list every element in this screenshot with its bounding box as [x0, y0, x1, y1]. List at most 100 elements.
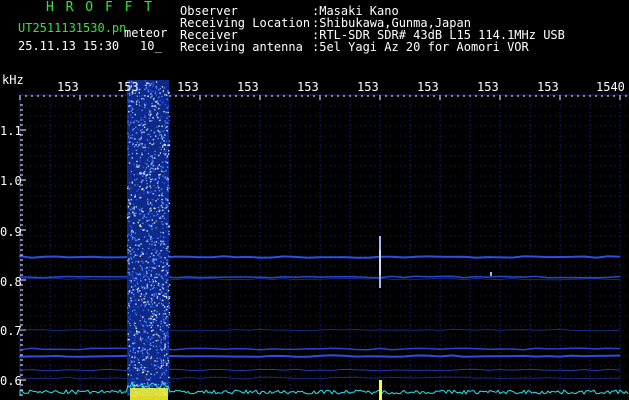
noise-speck	[155, 178, 157, 180]
noise-speck	[128, 203, 131, 205]
noise-speck	[159, 252, 161, 255]
noise-speck	[159, 326, 162, 328]
noise-speck	[128, 207, 130, 209]
noise-speck	[131, 100, 133, 102]
noise-speck	[149, 376, 152, 379]
noise-speck	[163, 87, 165, 89]
time-tick-7: 153	[417, 80, 439, 94]
noise-speck	[144, 306, 146, 308]
noise-speck	[161, 201, 163, 203]
noise-speck	[140, 119, 142, 121]
noise-speck	[142, 288, 144, 290]
noise-speck	[132, 378, 134, 380]
noise-speck	[164, 265, 166, 268]
noise-speck	[138, 121, 140, 123]
noise-speck	[147, 91, 150, 93]
noise-speck	[135, 101, 138, 103]
noise-speck	[152, 162, 154, 164]
noise-speck	[151, 298, 153, 300]
noise-speck	[159, 205, 162, 207]
noise-speck	[161, 270, 163, 272]
noise-speck	[139, 164, 141, 167]
noise-speck	[138, 166, 140, 168]
noise-speck	[142, 124, 144, 126]
noise-speck	[163, 144, 165, 146]
noise-speck	[148, 177, 151, 179]
noise-speck	[150, 270, 153, 272]
noise-speck	[162, 283, 164, 286]
noise-speck	[168, 326, 170, 328]
noise-speck	[139, 130, 142, 132]
noise-speck	[161, 221, 163, 223]
noise-speck	[169, 382, 171, 384]
noise-speck	[145, 167, 148, 169]
noise-speck	[142, 188, 144, 190]
carrier-line	[19, 347, 621, 351]
noise-speck	[134, 355, 136, 357]
noise-speck	[128, 201, 130, 203]
freq-tick-4: 0.8	[0, 275, 22, 289]
noise-speck	[144, 162, 146, 164]
noise-speck	[148, 318, 151, 320]
noise-speck	[164, 257, 166, 259]
noise-speck	[143, 126, 146, 128]
noise-speck	[149, 321, 151, 324]
noise-speck	[154, 131, 156, 133]
noise-speck	[133, 128, 135, 130]
noise-speck	[161, 291, 163, 293]
noise-speck	[128, 263, 130, 265]
noise-speck	[130, 297, 132, 299]
noise-speck	[129, 250, 131, 252]
noise-speck	[134, 254, 136, 256]
noise-speck	[137, 331, 139, 333]
noise-speck	[145, 303, 147, 305]
noise-speck	[127, 120, 129, 123]
noise-speck	[153, 170, 155, 172]
noise-speck	[157, 185, 159, 187]
noise-speck	[143, 131, 145, 133]
noise-speck	[129, 364, 131, 366]
noise-speck	[159, 298, 161, 301]
noise-speck	[149, 191, 152, 193]
noise-speck	[127, 213, 129, 216]
noise-speck	[158, 282, 160, 285]
noise-speck	[167, 358, 169, 360]
noise-speck	[131, 249, 133, 251]
noise-speck	[133, 174, 135, 176]
noise-speck	[141, 269, 144, 271]
noise-speck	[165, 122, 167, 124]
noise-speck	[150, 209, 152, 212]
noise-speck	[133, 306, 135, 308]
noise-speck	[151, 324, 154, 326]
noise-speck	[149, 297, 151, 299]
noise-speck	[142, 325, 144, 327]
noise-speck	[156, 211, 158, 213]
noise-speck	[166, 155, 169, 157]
noise-speck	[150, 92, 152, 94]
noise-speck	[130, 194, 132, 196]
noise-speck	[135, 126, 137, 128]
noise-speck	[155, 81, 158, 83]
noise-speck	[128, 304, 130, 306]
noise-speck	[148, 111, 151, 113]
noise-speck	[168, 122, 170, 124]
freq-unit-label: kHz	[2, 73, 24, 87]
noise-speck	[146, 230, 148, 232]
noise-speck	[144, 318, 146, 320]
noise-speck	[149, 303, 151, 306]
noise-speck	[147, 309, 150, 311]
noise-speck	[146, 139, 149, 141]
noise-speck	[129, 141, 131, 143]
noise-speck	[144, 347, 147, 350]
noise-speck	[151, 120, 153, 122]
noise-speck	[132, 203, 135, 205]
noise-speck	[155, 87, 158, 89]
noise-speck	[155, 332, 158, 334]
noise-speck	[136, 160, 138, 163]
noise-speck	[164, 150, 166, 152]
noise-speck	[146, 373, 148, 376]
freq-tick-2: 1.0	[0, 174, 22, 188]
noise-speck	[149, 243, 151, 245]
noise-speck	[165, 112, 167, 114]
noise-speck	[148, 160, 150, 162]
